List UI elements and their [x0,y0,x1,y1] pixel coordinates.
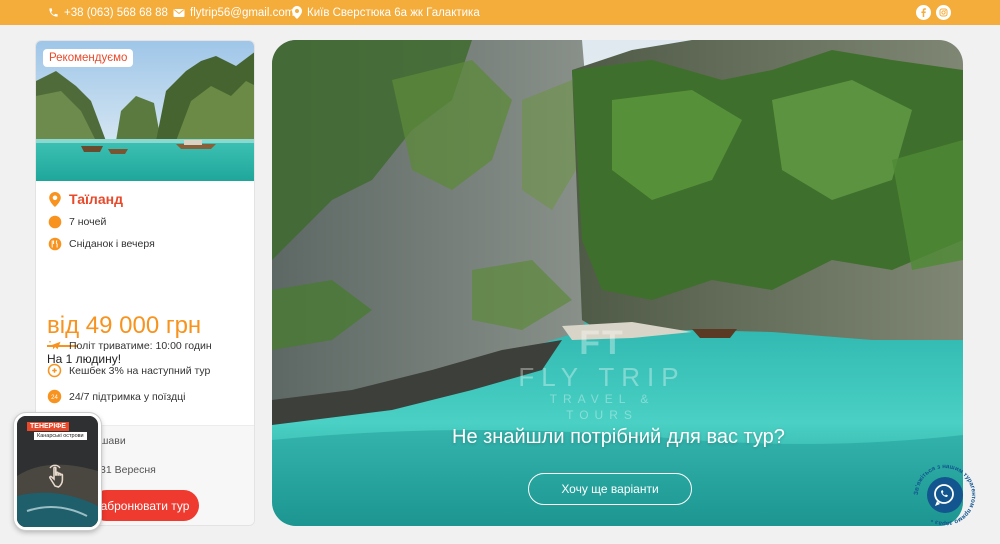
nights-row: 7 ночей [47,214,106,229]
feature-text: Кешбек 3% на наступний тур [69,364,211,377]
watermark-logo: FT FLY TRIP TRAVEL & TOURS [512,323,692,423]
departure-city: шави [100,435,126,447]
story-title: ТЕНЕРІФЕ [27,422,69,431]
location-pin-icon [292,6,302,19]
feature-row: Політ триватиме: 10:00 годин [47,338,212,353]
instagram-icon[interactable] [936,5,951,20]
destination-name: Таїланд [69,191,123,207]
meals-row: Сніданок і вечеря [47,236,155,251]
book-tour-button[interactable]: абронювати тур [91,490,199,521]
feature-row: 24 24/7 підтримка у поїздці [47,389,185,404]
email-address: flytrip56@gmail.com [190,6,295,19]
hero-title: Не знайшли потрібний для вас тур? [452,426,785,448]
destination-row: Таїланд [47,191,123,207]
cashback-icon [47,363,62,378]
story-widget[interactable]: ТЕНЕРІФЕ Канарські острови [14,413,101,530]
moon-icon [47,214,62,229]
feature-text: 24/7 підтримка у поїздці [69,390,186,403]
svg-text:24: 24 [51,395,58,401]
email-link[interactable]: flytrip56@gmail.com [173,0,294,25]
location-pin-icon [47,191,62,207]
feature-text: Політ триватиме: 10:00 годин [69,339,212,352]
watermark-tagline: TRAVEL & TOURS [549,392,655,422]
hero-banner: FT FLY TRIP TRAVEL & TOURS Не знайшли по… [272,40,963,526]
watermark-mark: FT [579,324,625,362]
story-subtitle: Канарські острови [34,432,87,440]
phone-number: +38 (063) 568 68 88 [64,6,168,19]
feature-row: Кешбек 3% на наступний тур [47,363,210,378]
phone-link[interactable]: +38 (063) 568 68 88 [48,0,168,25]
more-options-button[interactable]: Хочу ще варіанти [528,473,692,505]
watermark-name: FLY TRIP [518,362,686,392]
address-link[interactable]: Київ Сверстюка 6а жк Галактика [292,0,480,25]
chat-widget[interactable]: Зв'яжіться з нашим турагентом прямо зара… [912,462,978,528]
nights-text: 7 ночей [69,215,107,228]
tour-price: від 49 000 грн [47,312,202,339]
phone-icon [48,7,59,18]
support-icon: 24 [47,389,62,404]
meal-icon [47,236,62,251]
chat-bubble-icon [932,482,958,513]
departure-date: 31 Вересня [100,464,156,476]
facebook-icon[interactable] [916,5,931,20]
address-text: Київ Сверстюка 6а жк Галактика [307,6,480,19]
top-contact-bar: +38 (063) 568 68 88 flytrip56@gmail.com … [0,0,1000,25]
hero-photo [272,40,963,526]
plane-icon [47,338,62,353]
tap-hand-icon [42,460,74,497]
recommended-badge: Рекомендуємо [43,49,134,67]
mail-icon [173,8,185,18]
meals-text: Сніданок і вечеря [69,237,155,250]
